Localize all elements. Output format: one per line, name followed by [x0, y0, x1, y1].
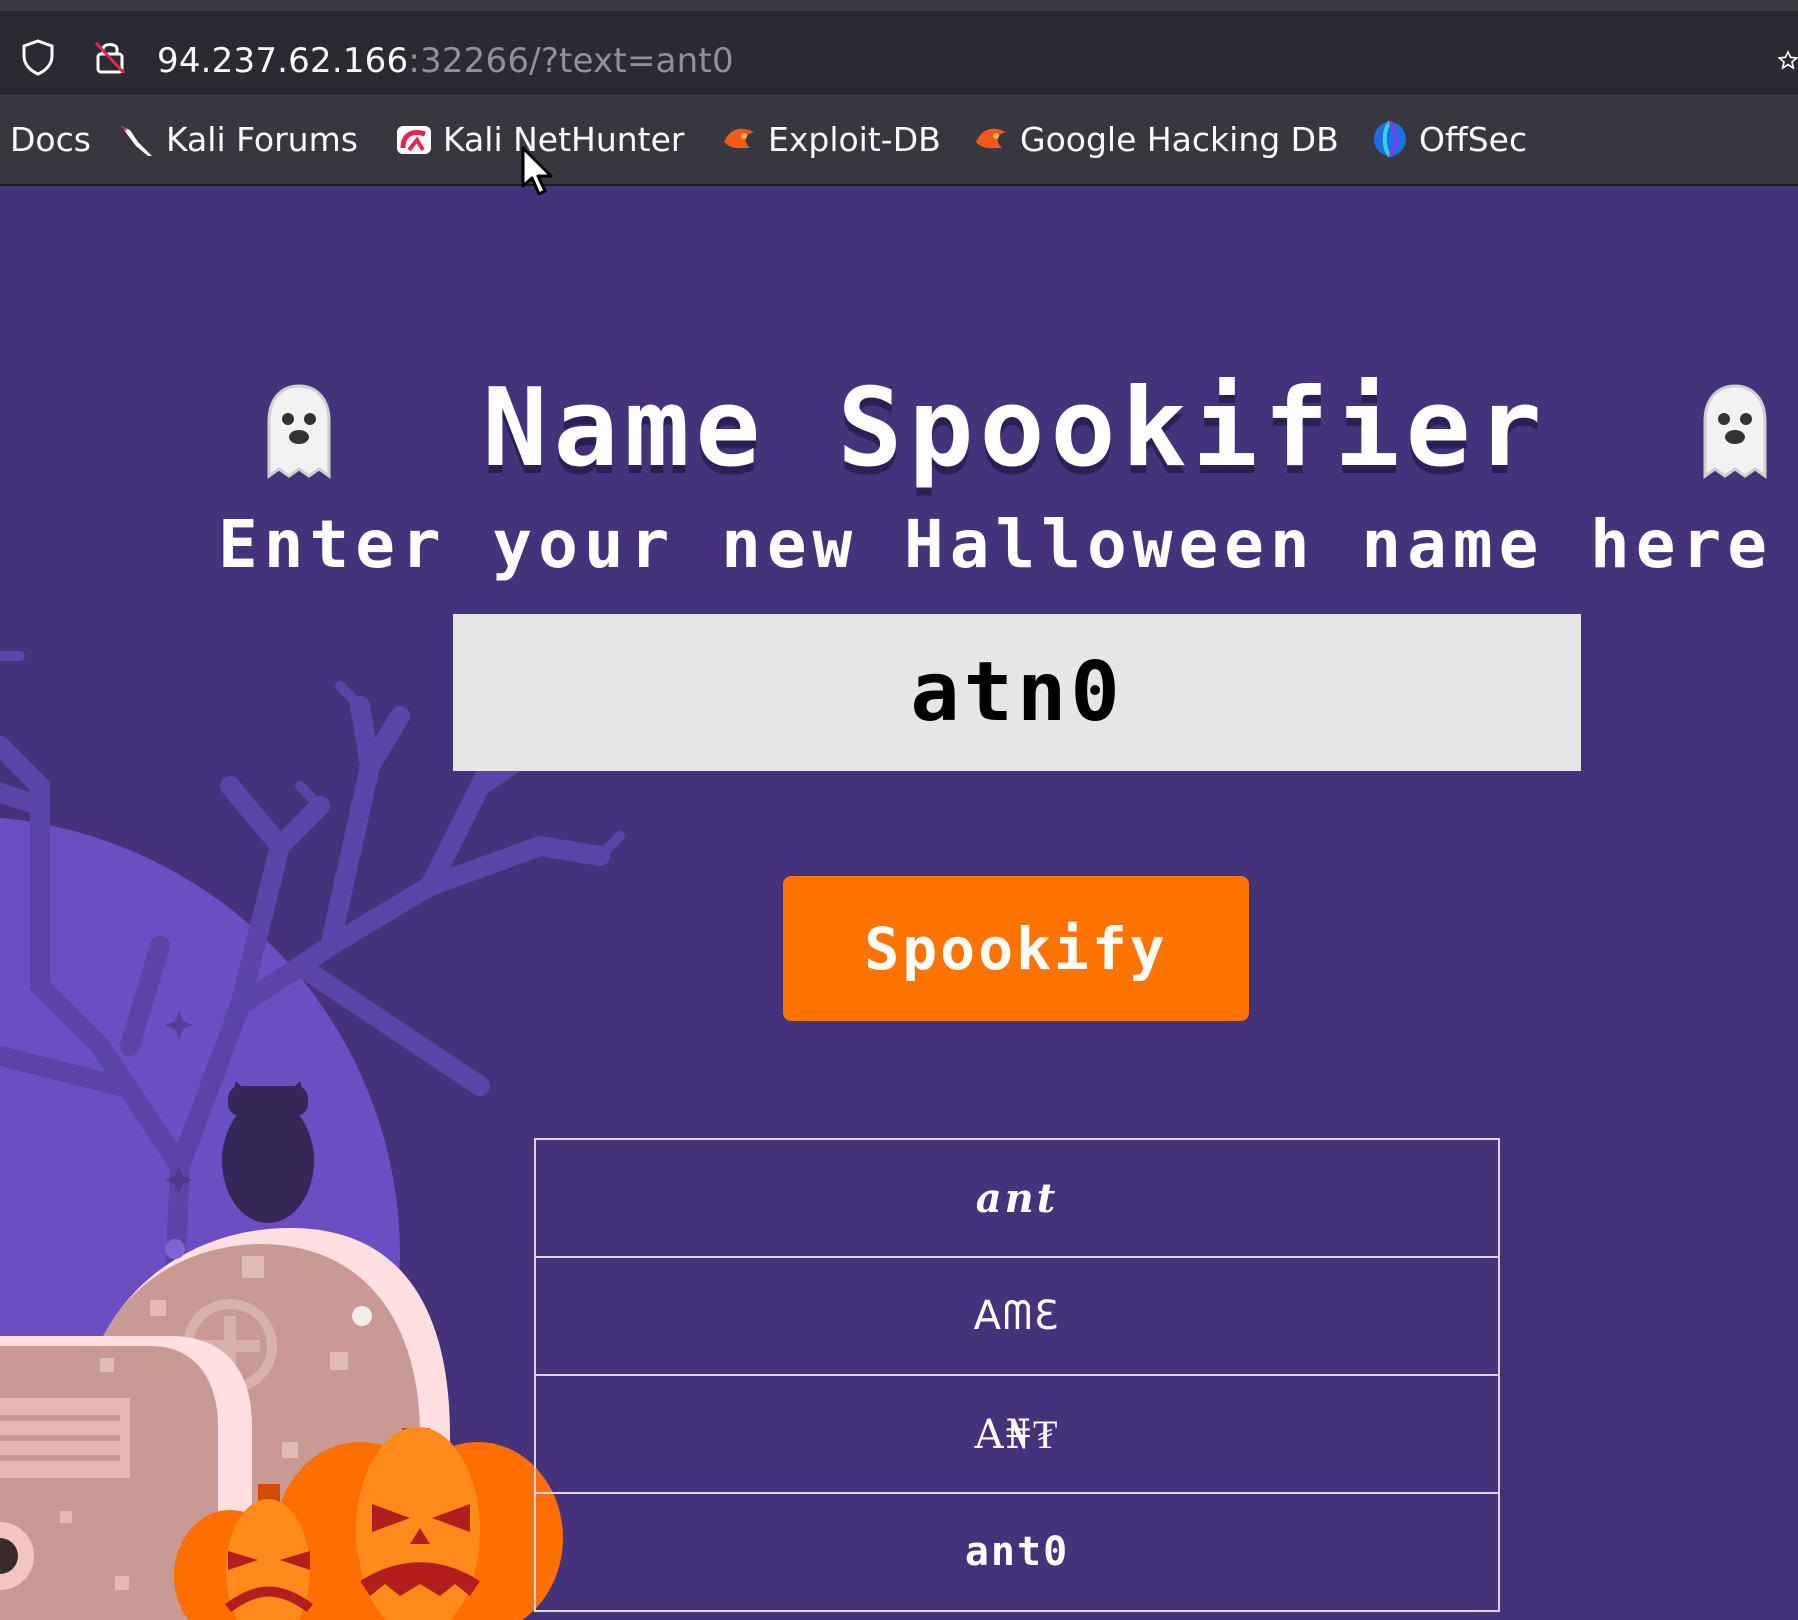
bookmark-label: Google Hacking DB — [1020, 119, 1339, 159]
bookmark-label: Kali NetHunter — [443, 119, 685, 159]
bookmarks-toolbar: Docs Kali Forums Kali NetHunter Exploit-… — [0, 94, 1798, 186]
address-field[interactable]: 94.237.62.166:32266/?text=ant0 — [0, 15, 1798, 91]
offsec-icon — [1374, 120, 1406, 158]
exploitdb-icon — [724, 128, 754, 149]
mouse-cursor-icon — [521, 146, 553, 196]
table-row: AᗰƐ — [534, 1256, 1500, 1376]
kali-dragon-icon — [121, 126, 152, 156]
result-font-2: AᗰƐ — [534, 1256, 1500, 1376]
url-path: :32266/?text=ant0 — [408, 41, 734, 81]
ghost-icon — [1703, 384, 1767, 479]
ghdb-icon — [976, 128, 1006, 149]
bookmark-docs[interactable]: Docs — [10, 118, 91, 160]
table-row: ant0 — [534, 1492, 1500, 1612]
url-bar: 94.237.62.166:32266/?text=ant0 — [0, 11, 1798, 94]
page-subtitle: Enter your new Halloween name here — [218, 506, 1774, 583]
bookmark-exploit-db[interactable]: Exploit-DB — [720, 118, 941, 160]
url-host: 94.237.62.166 — [157, 41, 409, 81]
results-table: ant AᗰƐ A₦₮ ant0 — [534, 1138, 1500, 1612]
shield-icon[interactable] — [18, 37, 58, 77]
result-font-3: A₦₮ — [534, 1374, 1500, 1494]
insecure-lock-icon[interactable] — [90, 37, 130, 77]
table-row: A₦₮ — [534, 1374, 1500, 1494]
page-content: Name Spookifier Enter your new Halloween… — [0, 186, 1798, 1620]
bookmark-label: Docs — [10, 119, 91, 159]
result-font-1: ant — [534, 1138, 1500, 1258]
spookify-button[interactable]: Spookify — [783, 876, 1249, 1021]
result-font-4: ant0 — [534, 1492, 1500, 1612]
url-text[interactable]: 94.237.62.166:32266/?text=ant0 — [157, 41, 734, 81]
bookmark-label: Exploit-DB — [768, 119, 941, 159]
bookmark-label: Kali Forums — [166, 119, 358, 159]
table-row: ant — [534, 1138, 1500, 1258]
bookmark-google-hacking-db[interactable]: Google Hacking DB — [972, 118, 1339, 160]
bookmark-label: OffSec — [1419, 119, 1528, 159]
bookmark-kali-forums[interactable]: Kali Forums — [118, 118, 358, 160]
ghost-icon — [267, 384, 331, 479]
name-input[interactable] — [453, 614, 1581, 771]
bookmark-offsec[interactable]: OffSec — [1371, 118, 1527, 160]
bookmark-star-icon[interactable] — [1778, 45, 1798, 75]
window-top-strip — [0, 0, 1798, 11]
nethunter-icon — [397, 126, 431, 154]
